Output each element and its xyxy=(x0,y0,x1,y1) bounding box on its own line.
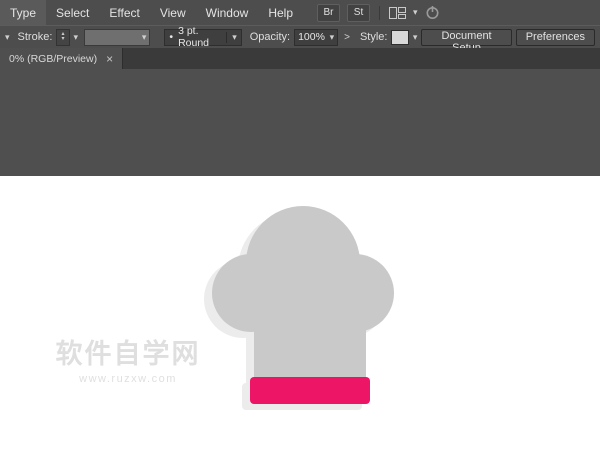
menu-effect[interactable]: Effect xyxy=(99,0,149,25)
bridge-button[interactable]: Br xyxy=(317,4,340,22)
style-label: Style: xyxy=(360,31,388,43)
arrange-documents-icon[interactable] xyxy=(389,6,406,20)
stepper-down-icon[interactable]: ▾ xyxy=(57,37,68,42)
chevron-down-icon: ▾ xyxy=(232,33,237,42)
preferences-button[interactable]: Preferences xyxy=(516,29,595,46)
document-tab[interactable]: 0% (RGB/Preview) × xyxy=(0,48,123,69)
chevron-down-icon: ▾ xyxy=(142,33,147,42)
menu-window[interactable]: Window xyxy=(196,0,259,25)
menu-select[interactable]: Select xyxy=(46,0,99,25)
stroke-weight-stepper[interactable]: ▴ ▾ xyxy=(56,29,69,46)
opacity-dropdown[interactable]: 100% ▾ xyxy=(294,29,338,46)
width-profile-dropdown[interactable]: ▾ xyxy=(84,29,150,46)
style-dropdown-icon[interactable]: ▾ xyxy=(413,33,418,42)
chef-hat-artwork[interactable] xyxy=(0,176,600,450)
toolbar-divider xyxy=(379,6,380,20)
close-icon[interactable]: × xyxy=(106,53,113,65)
stroke-weight-dropdown-icon[interactable]: ▾ xyxy=(74,33,79,42)
style-swatch[interactable] xyxy=(391,30,408,45)
control-bar: ▾ Stroke: ▴ ▾ ▾ ▾ • 3 pt. Round ▾ Opacit… xyxy=(0,25,600,49)
chevron-down-icon[interactable]: ▾ xyxy=(413,8,418,17)
illustrator-window: Type Select Effect View Window Help Br S… xyxy=(0,0,600,450)
opacity-label: Opacity: xyxy=(250,31,290,43)
document-tab-label: 0% (RGB/Preview) xyxy=(9,53,97,65)
menu-view[interactable]: View xyxy=(150,0,196,25)
artboard[interactable]: 软件自学网 www.ruzxw.com xyxy=(0,176,600,450)
chevron-down-icon[interactable]: ▾ xyxy=(5,33,10,42)
chef-hat-body[interactable] xyxy=(212,206,394,380)
stroke-label: Stroke: xyxy=(18,31,53,43)
pasteboard[interactable] xyxy=(0,69,600,176)
opacity-panel-expander[interactable]: > xyxy=(342,32,352,43)
document-tab-bar: 0% (RGB/Preview) × xyxy=(0,48,600,69)
menu-type[interactable]: Type xyxy=(0,0,46,25)
dropdown-divider xyxy=(226,32,227,43)
document-setup-button[interactable]: Document Setup xyxy=(421,29,511,46)
opacity-value: 100% xyxy=(298,31,325,43)
menu-help[interactable]: Help xyxy=(258,0,303,25)
chef-hat-band[interactable] xyxy=(250,377,370,404)
screen-mode-icon[interactable] xyxy=(425,5,440,20)
brush-bullet-icon: • xyxy=(169,31,173,43)
chevron-down-icon: ▾ xyxy=(330,33,335,42)
brush-definition-value: 3 pt. Round xyxy=(178,25,221,49)
stock-button[interactable]: St xyxy=(347,4,370,22)
menu-bar: Type Select Effect View Window Help Br S… xyxy=(0,0,600,25)
brush-definition-dropdown[interactable]: • 3 pt. Round ▾ xyxy=(164,29,241,46)
app-bar-tools: Br St ▾ xyxy=(317,4,440,22)
